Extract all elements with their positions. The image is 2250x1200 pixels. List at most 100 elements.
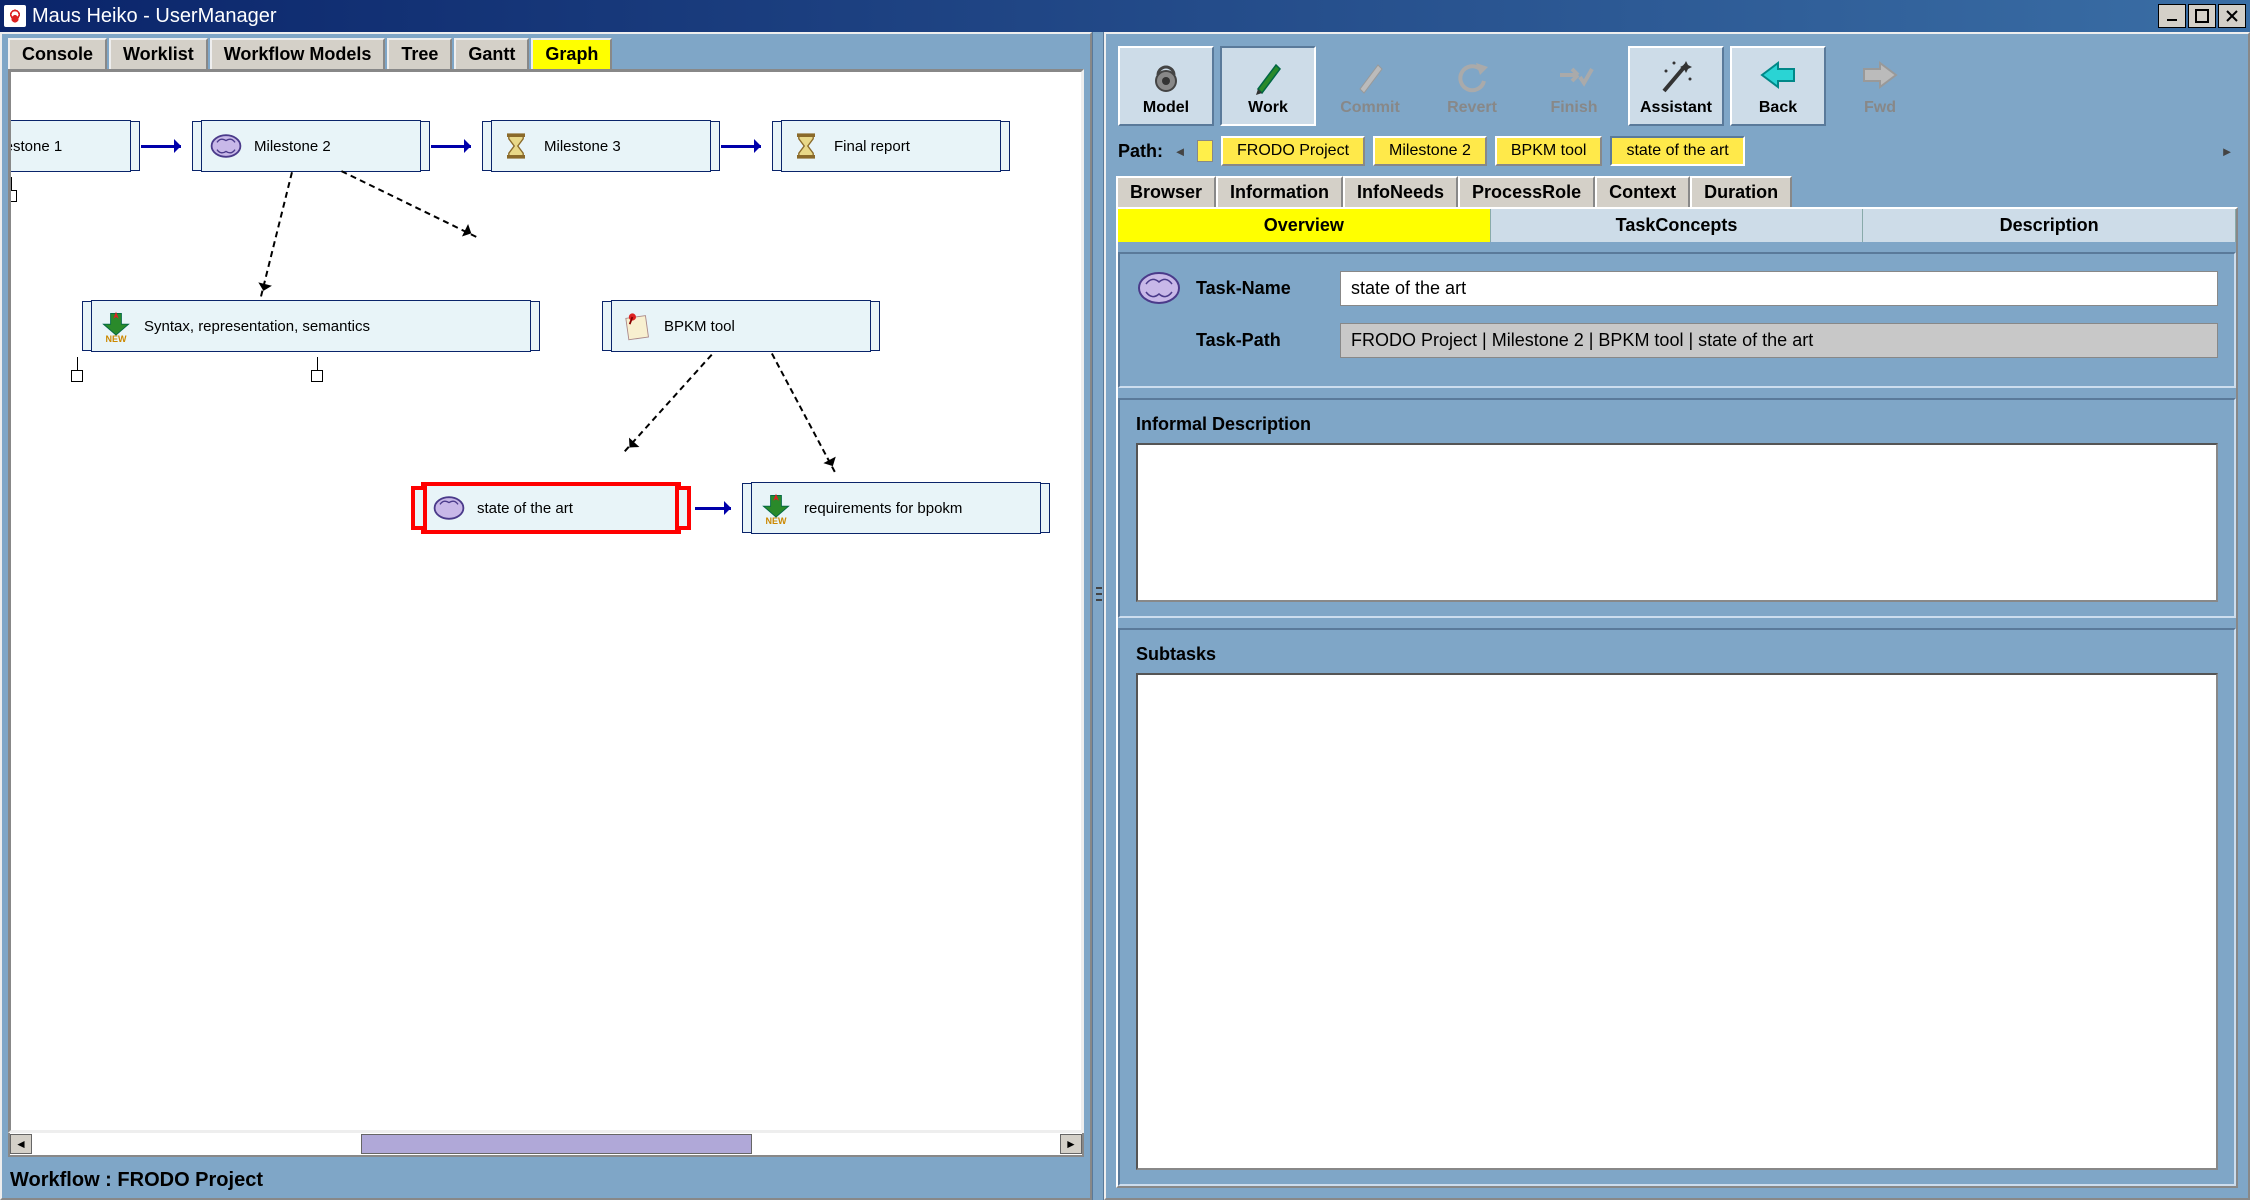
edge-arrow [695,508,737,509]
task-header-section: Task-Name state of the art Task-Path FRO… [1118,252,2236,388]
tab-console[interactable]: Console [8,38,107,69]
node-syntax[interactable]: NEW Syntax, representation, semantics [91,300,531,352]
left-panel: Console Worklist Workflow Models Tree Ga… [0,32,1092,1200]
subtab-overview[interactable]: Overview [1118,209,1491,242]
workflow-status: Workflow : FRODO Project [2,1163,1090,1198]
work-button[interactable]: Work [1220,46,1316,126]
tab-context[interactable]: Context [1595,176,1690,207]
node-milestone-3[interactable]: Milestone 3 [491,120,711,172]
edge-dashed [771,353,836,472]
scroll-thumb[interactable] [361,1134,752,1154]
scroll-left-button[interactable]: ◄ [10,1134,32,1154]
svg-text:NEW: NEW [106,334,128,344]
toolbtn-label: Back [1759,99,1797,117]
revert-button: Revert [1424,46,1520,126]
tab-browser[interactable]: Browser [1116,176,1216,207]
node-label: BPKM tool [664,318,735,335]
node-label: Syntax, representation, semantics [144,318,370,335]
undo-icon [1452,55,1492,95]
pin-note-icon [618,308,654,344]
node-milestone-2[interactable]: Milestone 2 [201,120,421,172]
hourglass-icon [788,128,824,164]
spacer [1136,320,1182,360]
path-bar: Path: ◄ FRODO Project Milestone 2 BPKM t… [1116,132,2238,176]
minimize-button[interactable] [2158,4,2186,28]
wand-icon [1656,55,1696,95]
subtasks-section: Subtasks [1118,628,2236,1186]
toolbtn-label: Assistant [1640,99,1712,117]
graph-canvas[interactable]: ilestone 1 Milestone 2 Milestone 3 Final… [8,69,1084,1133]
task-name-field[interactable]: state of the art [1340,271,2218,306]
node-state-of-the-art[interactable]: state of the art [421,482,681,534]
tab-worklist[interactable]: Worklist [109,38,208,69]
node-milestone-1[interactable]: ilestone 1 [8,120,131,172]
edge-arrow [141,146,187,147]
toolbtn-label: Work [1248,99,1288,117]
breadcrumb-item[interactable]: state of the art [1610,136,1744,166]
breadcrumb-item[interactable]: FRODO Project [1221,136,1365,166]
node-final-report[interactable]: Final report [781,120,1001,172]
path-next-button[interactable]: ► [2218,140,2236,162]
task-path-field: FRODO Project | Milestone 2 | BPKM tool … [1340,323,2218,358]
tab-infoneeds[interactable]: InfoNeeds [1343,176,1458,207]
left-tabstrip: Console Worklist Workflow Models Tree Ga… [2,34,1090,69]
edge-dashed [341,170,477,238]
node-label: state of the art [477,500,573,517]
breadcrumb-item[interactable]: BPKM tool [1495,136,1603,166]
horizontal-scrollbar[interactable]: ◄ ► [8,1133,1084,1157]
tab-tree[interactable]: Tree [387,38,452,69]
informal-description-input[interactable] [1136,443,2218,602]
subtab-taskconcepts[interactable]: TaskConcepts [1491,209,1864,242]
maximize-button[interactable] [2188,4,2216,28]
subtasks-list[interactable] [1136,673,2218,1170]
back-button[interactable]: Back [1730,46,1826,126]
node-label: Milestone 3 [544,138,621,155]
arrow-left-icon [1758,55,1798,95]
toolbtn-label: Fwd [1864,99,1896,117]
model-button[interactable]: Model [1118,46,1214,126]
tab-duration[interactable]: Duration [1690,176,1792,207]
anchor-handle[interactable] [8,190,17,202]
padlock-icon [1146,55,1186,95]
new-icon: NEW [758,490,794,526]
task-name-label: Task-Name [1196,278,1326,299]
scroll-right-button[interactable]: ► [1060,1134,1082,1154]
anchor-handle[interactable] [311,370,323,382]
pen-disabled-icon [1350,55,1390,95]
path-prev-button[interactable]: ◄ [1171,140,1189,162]
tab-processrole[interactable]: ProcessRole [1458,176,1595,207]
node-bpkm-tool[interactable]: BPKM tool [611,300,871,352]
toolbtn-label: Commit [1340,99,1400,117]
assistant-button[interactable]: Assistant [1628,46,1724,126]
section-heading: Informal Description [1136,414,2218,435]
edge-dashed [624,354,712,452]
section-heading: Subtasks [1136,644,2218,665]
brain-icon [431,490,467,526]
window-title: Maus Heiko - UserManager [32,5,2158,28]
node-requirements[interactable]: NEW requirements for bpokm [751,482,1041,534]
scroll-track[interactable] [32,1134,1060,1154]
splitter-handle[interactable] [1092,32,1104,1200]
path-root-button[interactable] [1197,140,1213,162]
path-label: Path: [1118,141,1163,162]
close-button[interactable] [2218,4,2246,28]
edge-arrow [431,146,477,147]
brain-icon [208,128,244,164]
toolbar: Model Work Commit Revert Finish Assistan… [1116,40,2238,132]
edge-dashed [260,172,293,297]
breadcrumb-item[interactable]: Milestone 2 [1373,136,1487,166]
hourglass-icon [498,128,534,164]
subtab-description[interactable]: Description [1863,209,2236,242]
tab-workflow-models[interactable]: Workflow Models [210,38,386,69]
forward-check-icon [1554,55,1594,95]
node-label: ilestone 1 [8,138,62,155]
tab-graph[interactable]: Graph [531,38,612,69]
anchor-handle[interactable] [71,370,83,382]
java-icon [4,5,26,27]
brain-icon [1136,268,1182,308]
tab-gantt[interactable]: Gantt [454,38,529,69]
toolbtn-label: Revert [1447,99,1497,117]
right-tabs-secondary: Overview TaskConcepts Description [1118,209,2236,242]
titlebar: Maus Heiko - UserManager [0,0,2250,32]
tab-information[interactable]: Information [1216,176,1343,207]
